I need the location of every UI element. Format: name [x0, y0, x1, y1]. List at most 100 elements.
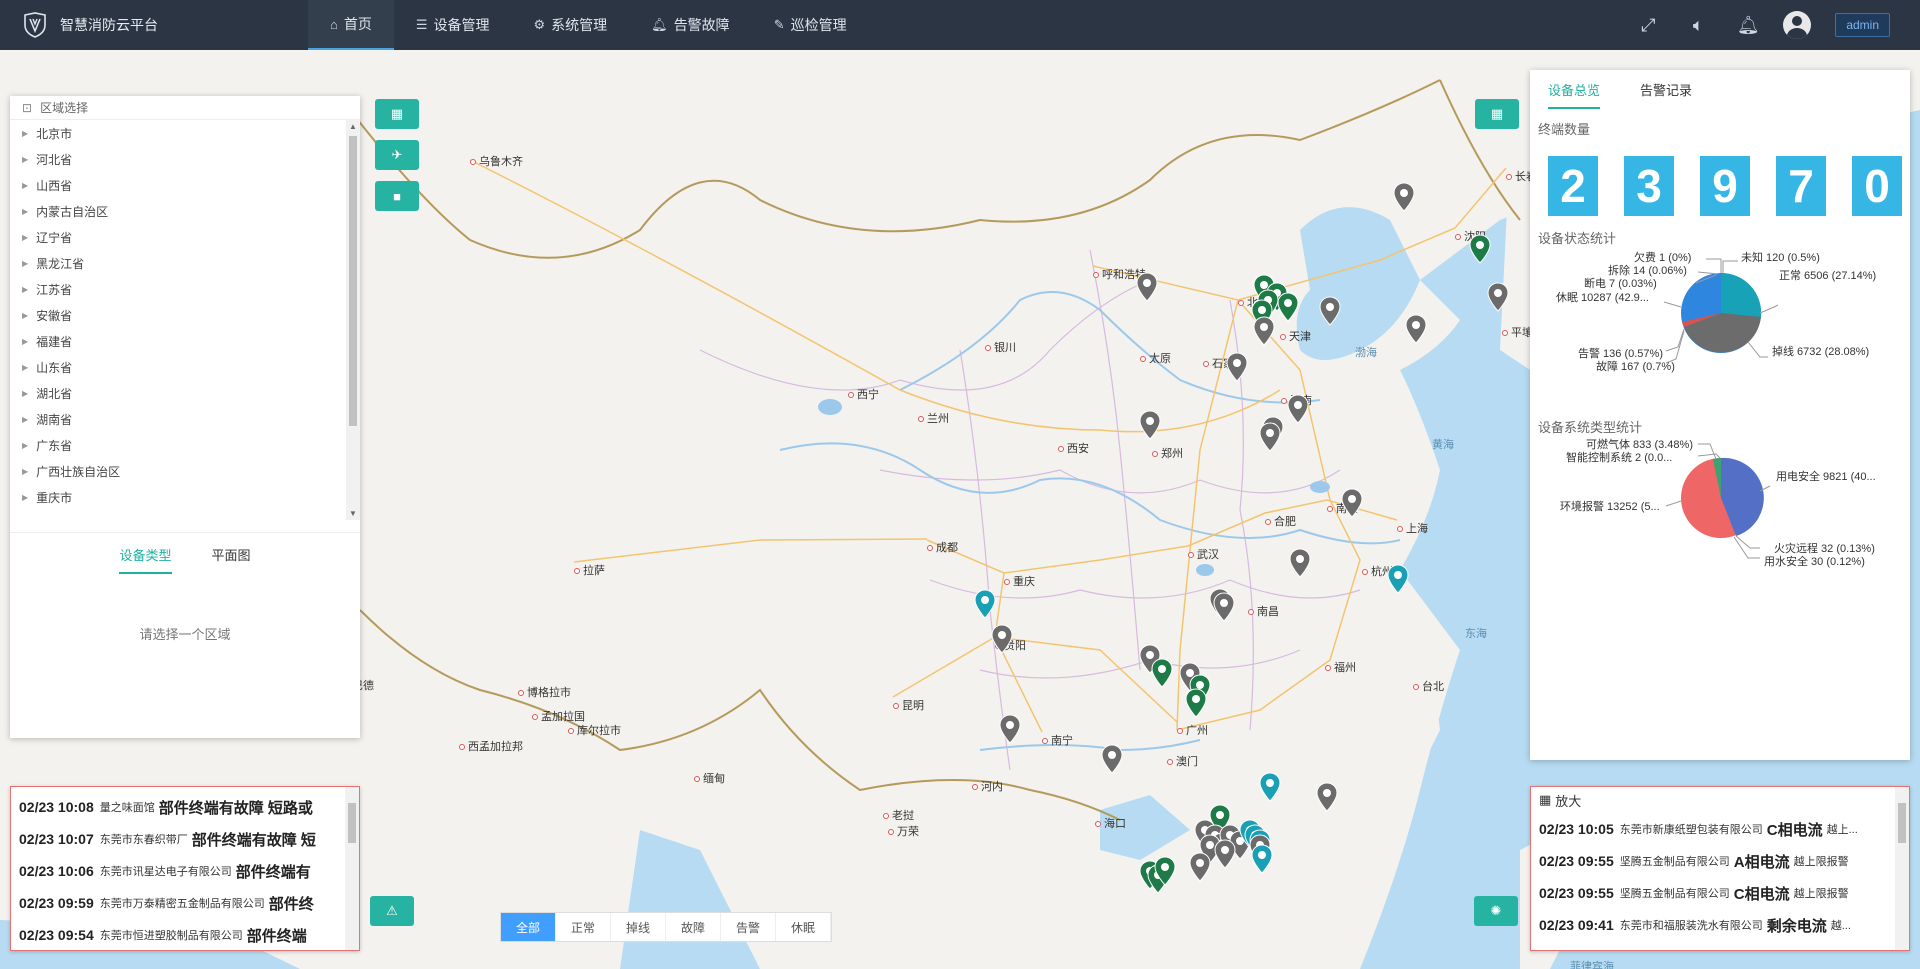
- device-marker-icon[interactable]: [999, 714, 1021, 744]
- alarm-right-scrollbar[interactable]: [1895, 787, 1909, 950]
- alarm-row[interactable]: 02/23 09:54 东莞市恒进塑胶制品有限公司 部件终端: [11, 919, 359, 950]
- user-badge[interactable]: admin: [1835, 13, 1890, 37]
- caret-right-icon[interactable]: ▶: [22, 285, 28, 294]
- device-marker-icon[interactable]: [1213, 592, 1235, 622]
- device-marker-icon[interactable]: [1469, 234, 1491, 264]
- device-marker-icon[interactable]: [1151, 658, 1173, 688]
- device-marker-icon[interactable]: [1136, 272, 1158, 302]
- alarm-row[interactable]: 02/23 09:41 东莞市和福服装洗水有限公司 剩余电流 越...: [1531, 909, 1909, 941]
- caret-right-icon[interactable]: ▶: [22, 259, 28, 268]
- device-marker-icon[interactable]: [1316, 782, 1338, 812]
- nav-inspection[interactable]: ✎ 巡检管理: [752, 0, 869, 50]
- caret-right-icon[interactable]: ▶: [22, 181, 28, 190]
- tab-device-overview[interactable]: 设备总览: [1548, 80, 1601, 109]
- caret-right-icon[interactable]: ▶: [22, 311, 28, 320]
- region-tree[interactable]: ▶ 北京市 ▶ 河北省 ▶ 山西省 ▶ 内蒙古自治区 ▶ 辽宁省 ▶ 黑龙江省 ▶ 江苏省 ▶ 安徽省 ▶ 福建省…: [10, 120, 360, 520]
- caret-right-icon[interactable]: ▶: [22, 493, 28, 502]
- notification-bell-icon[interactable]: 🔔︎: [1723, 15, 1773, 36]
- device-marker-icon[interactable]: [1101, 744, 1123, 774]
- alarm-row[interactable]: 02/23 10:06 东莞市讯星达电子有限公司 部件终端有: [11, 855, 359, 887]
- scroll-thumb[interactable]: [1898, 803, 1906, 843]
- nav-device[interactable]: ☰ 设备管理: [394, 0, 512, 50]
- alarm-left-scrollbar[interactable]: [345, 787, 359, 950]
- fullscreen-icon[interactable]: ⤢: [1623, 15, 1673, 36]
- tab-alarm-records[interactable]: 告警记录: [1640, 80, 1692, 109]
- device-marker-icon[interactable]: [1287, 394, 1309, 424]
- device-marker-icon[interactable]: [1341, 488, 1363, 518]
- alarm-row[interactable]: 02/23 09:55 坚腾五金制品有限公司 A相电流 越上限报警: [1531, 845, 1909, 877]
- device-marker-icon[interactable]: [1277, 292, 1299, 322]
- scroll-up-icon[interactable]: ▲: [349, 122, 357, 131]
- right-grid-button[interactable]: ▦: [1475, 99, 1519, 129]
- caret-right-icon[interactable]: ▶: [22, 363, 28, 372]
- device-marker-icon[interactable]: [1393, 182, 1415, 212]
- device-marker-icon[interactable]: [1259, 772, 1281, 802]
- caret-right-icon[interactable]: ▶: [22, 155, 28, 164]
- device-marker-icon[interactable]: [1226, 352, 1248, 382]
- status-filter-button[interactable]: 休眠: [776, 913, 831, 941]
- device-marker-icon[interactable]: [1259, 422, 1281, 452]
- device-marker-icon[interactable]: [1319, 296, 1341, 326]
- app-logo[interactable]: 智慧消防云平台: [0, 12, 300, 38]
- caret-right-icon[interactable]: ▶: [22, 441, 28, 450]
- region-tree-item[interactable]: ▶ 广东省: [10, 432, 360, 458]
- device-marker-icon[interactable]: [1253, 316, 1275, 346]
- caret-right-icon[interactable]: ▶: [22, 207, 28, 216]
- video-button[interactable]: ■: [375, 181, 419, 211]
- nav-alarm[interactable]: 🔔︎ 告警故障: [629, 0, 752, 50]
- region-tree-item[interactable]: ▶ 内蒙古自治区: [10, 198, 360, 224]
- expand-header[interactable]: ▦ 放大: [1531, 787, 1909, 813]
- scroll-down-icon[interactable]: ▼: [349, 509, 357, 518]
- region-tree-item[interactable]: ▶ 重庆市: [10, 484, 360, 510]
- region-tree-item[interactable]: ▶ 湖南省: [10, 406, 360, 432]
- region-tree-item[interactable]: ▶ 湖北省: [10, 380, 360, 406]
- region-tree-item[interactable]: ▶ 河北省: [10, 146, 360, 172]
- status-filter-button[interactable]: 告警: [721, 913, 776, 941]
- caret-right-icon[interactable]: ▶: [22, 233, 28, 242]
- region-tree-item[interactable]: ▶ 北京市: [10, 120, 360, 146]
- device-marker-icon[interactable]: [1289, 548, 1311, 578]
- grid-view-button[interactable]: ▦: [375, 99, 419, 129]
- caret-right-icon[interactable]: ▶: [22, 337, 28, 346]
- region-tree-item[interactable]: ▶ 山东省: [10, 354, 360, 380]
- device-marker-icon[interactable]: [1154, 856, 1176, 886]
- region-tree-scrollbar[interactable]: ▲ ▼: [346, 120, 360, 520]
- nav-system[interactable]: ⚙ 系统管理: [512, 0, 630, 50]
- caret-right-icon[interactable]: ▶: [22, 467, 28, 476]
- status-filter-button[interactable]: 正常: [556, 913, 611, 941]
- device-marker-icon[interactable]: [1387, 564, 1409, 594]
- status-filter-button[interactable]: 全部: [501, 913, 556, 941]
- device-marker-icon[interactable]: [1251, 844, 1273, 874]
- device-marker-icon[interactable]: [1139, 410, 1161, 440]
- region-tree-item[interactable]: ▶ 江苏省: [10, 276, 360, 302]
- caret-right-icon[interactable]: ▶: [22, 389, 28, 398]
- scroll-thumb[interactable]: [349, 136, 357, 426]
- warning-toggle-button[interactable]: ⚠: [370, 896, 414, 926]
- volume-icon[interactable]: 🔈︎: [1673, 15, 1723, 36]
- device-marker-icon[interactable]: [974, 589, 996, 619]
- device-marker-icon[interactable]: [1487, 282, 1509, 312]
- alarm-row[interactable]: 02/23 10:05 东莞市新康纸塑包装有限公司 C相电流 越上...: [1531, 813, 1909, 845]
- status-filter-button[interactable]: 故障: [666, 913, 721, 941]
- device-marker-icon[interactable]: [1214, 839, 1236, 869]
- scroll-thumb[interactable]: [348, 803, 356, 843]
- nav-home[interactable]: ⌂ 首页: [308, 0, 394, 50]
- region-tree-item[interactable]: ▶ 山西省: [10, 172, 360, 198]
- alarm-light-button[interactable]: ✺: [1474, 896, 1518, 926]
- tab-floor-plan[interactable]: 平面图: [212, 545, 251, 574]
- alarm-row[interactable]: 02/23 09:59 东莞市万泰精密五金制品有限公司 部件终: [11, 887, 359, 919]
- alarm-row[interactable]: 02/23 10:07 东莞市东春织带厂 部件终端有故障 短: [11, 823, 359, 855]
- device-marker-icon[interactable]: [1185, 688, 1207, 718]
- avatar[interactable]: [1783, 11, 1812, 39]
- device-marker-icon[interactable]: [1189, 852, 1211, 882]
- region-tree-item[interactable]: ▶ 辽宁省: [10, 224, 360, 250]
- region-tree-item[interactable]: ▶ 黑龙江省: [10, 250, 360, 276]
- status-filter-button[interactable]: 掉线: [611, 913, 666, 941]
- pie-slice-normal[interactable]: [1721, 272, 1762, 317]
- map-view-button[interactable]: ✈: [375, 140, 419, 170]
- caret-right-icon[interactable]: ▶: [22, 415, 28, 424]
- caret-right-icon[interactable]: ▶: [22, 129, 28, 138]
- region-tree-item[interactable]: ▶ 安徽省: [10, 302, 360, 328]
- alarm-row[interactable]: 02/23 09:55 坚腾五金制品有限公司 C相电流 越上限报警: [1531, 877, 1909, 909]
- region-tree-item[interactable]: ▶ 福建省: [10, 328, 360, 354]
